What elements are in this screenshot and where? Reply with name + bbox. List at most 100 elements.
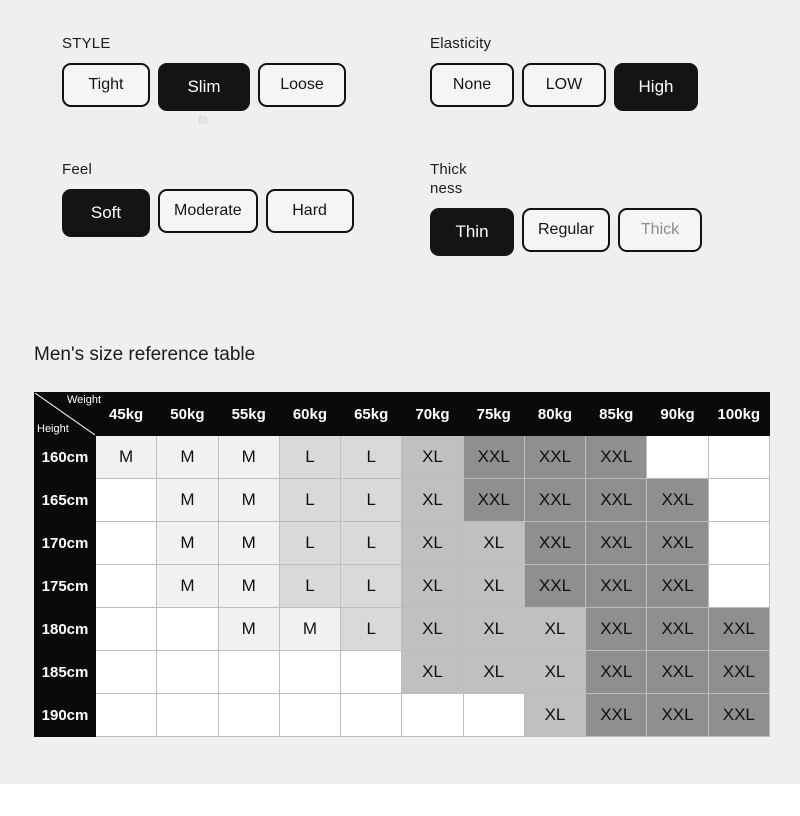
- table-cell: XXL: [585, 607, 648, 651]
- table-cell: XXL: [646, 693, 709, 737]
- option-group-thickness-label: Thick ness: [430, 161, 467, 197]
- table-cell: XXL: [646, 607, 709, 651]
- table-cell: L: [340, 435, 403, 479]
- size-selector-page: STYLE Tight Slim fit Loose Elasticity No…: [0, 0, 800, 784]
- table-cell: [94, 478, 158, 522]
- table-cell: [462, 693, 525, 737]
- option-group-elasticity-choices: None LOW High: [430, 63, 706, 111]
- table-cell: M: [156, 564, 219, 608]
- table-cell: XXL: [707, 693, 771, 737]
- table-cell: M: [156, 521, 219, 565]
- table-cell: [278, 693, 342, 737]
- table-cell: XL: [401, 521, 464, 565]
- table-cell: XXL: [707, 607, 771, 651]
- table-cell: M: [217, 435, 280, 479]
- table-cell: XXL: [585, 564, 648, 608]
- chip-wrap-hard: Hard: [265, 189, 362, 237]
- chip-wrap-regular: Regular: [522, 208, 618, 256]
- table-cell: XXL: [585, 693, 648, 737]
- table-cell: M: [217, 521, 280, 565]
- option-group-style-choices: Tight Slim fit Loose: [62, 63, 354, 127]
- table-cell: XL: [462, 521, 525, 565]
- table-cell: XL: [462, 607, 525, 651]
- option-group-thickness-choices: Thin Regular Thick: [430, 208, 710, 256]
- option-group-elasticity-label: Elasticity: [430, 35, 492, 52]
- table-cell: [156, 607, 219, 651]
- table-cell: M: [156, 478, 219, 522]
- table-cell: XL: [523, 693, 587, 737]
- table-cell: L: [278, 564, 342, 608]
- table-row: 190cm XL XXL XXL XXL: [34, 693, 771, 737]
- chip-style-tight[interactable]: Tight: [62, 63, 150, 107]
- table-row-header: 175cm: [34, 564, 96, 608]
- table-cell: [707, 435, 771, 479]
- table-cell: XL: [462, 564, 525, 608]
- chip-feel-moderate[interactable]: Moderate: [158, 189, 258, 233]
- table-cell: XL: [401, 478, 464, 522]
- chip-thickness-thick[interactable]: Thick: [618, 208, 703, 252]
- table-cell: L: [340, 564, 403, 608]
- table-cell: [94, 521, 158, 565]
- table-cell: XXL: [585, 478, 648, 522]
- chip-elasticity-low[interactable]: LOW: [522, 63, 606, 107]
- chip-elasticity-high[interactable]: High: [614, 63, 698, 111]
- table-row: 180cm M M L XL XL XL XXL XXL XXL: [34, 607, 771, 651]
- table-cell: XXL: [646, 650, 709, 694]
- chip-style-slim[interactable]: Slim: [158, 63, 250, 111]
- chip-feel-hard[interactable]: Hard: [265, 189, 354, 233]
- chip-wrap-thin: Thin: [430, 208, 522, 256]
- chip-wrap-low: LOW: [522, 63, 614, 111]
- table-column-header: 70kg: [401, 392, 464, 436]
- table-cell: XXL: [462, 478, 525, 522]
- table-cell: [707, 564, 771, 608]
- table-cell: XL: [462, 650, 525, 694]
- table-cell: M: [278, 607, 342, 651]
- table-cell: [707, 478, 771, 522]
- table-cell: XL: [401, 435, 464, 479]
- chip-wrap-slim: Slim fit: [158, 63, 258, 127]
- table-column-header: 100kg: [707, 392, 771, 436]
- table-column-header: 45kg: [94, 392, 158, 436]
- table-cell: XXL: [585, 521, 648, 565]
- table-cell: [401, 693, 464, 737]
- table-column-header: 65kg: [340, 392, 403, 436]
- table-cell: XXL: [523, 435, 587, 479]
- table-column-header: 90kg: [646, 392, 709, 436]
- table-cell: XXL: [462, 435, 525, 479]
- table-cell: M: [94, 435, 158, 479]
- chip-elasticity-none[interactable]: None: [430, 63, 514, 107]
- chip-wrap-soft: Soft: [62, 189, 158, 237]
- table-cell: [707, 521, 771, 565]
- chip-thickness-regular[interactable]: Regular: [522, 208, 611, 252]
- table-cell: [156, 650, 219, 694]
- table-cell: XXL: [646, 564, 709, 608]
- option-group-feel-choices: Soft Moderate Hard: [62, 189, 362, 237]
- chip-wrap-high: High: [614, 63, 706, 111]
- table-cell: L: [278, 521, 342, 565]
- table-cell: [278, 650, 342, 694]
- height-axis-label: Height: [37, 423, 69, 435]
- table-cell: L: [278, 435, 342, 479]
- table-cell: XL: [401, 564, 464, 608]
- option-group-style-label: STYLE: [62, 35, 111, 52]
- table-row: 170cm M M L L XL XL XXL XXL XXL: [34, 521, 771, 565]
- chip-wrap-loose: Loose: [258, 63, 354, 127]
- table-cell: [94, 607, 158, 651]
- table-cell: XXL: [707, 650, 771, 694]
- table-header-row: Weight Height 45kg 50kg 55kg 60kg 65kg 70kg 75…: [34, 392, 771, 436]
- table-cell: [217, 693, 280, 737]
- table-row-header: 190cm: [34, 693, 96, 737]
- page-title: Men's size reference table: [34, 344, 256, 365]
- chip-thickness-thin[interactable]: Thin: [430, 208, 514, 256]
- chip-style-loose[interactable]: Loose: [258, 63, 346, 107]
- chip-feel-soft[interactable]: Soft: [62, 189, 150, 237]
- table-cell: XXL: [523, 564, 587, 608]
- option-group-thickness: Thick ness Thin Regular Thick: [430, 160, 710, 256]
- table-row-header: 185cm: [34, 650, 96, 694]
- table-cell: M: [217, 564, 280, 608]
- table-cell: [340, 650, 403, 694]
- table-cell: L: [340, 521, 403, 565]
- table-cell: [217, 650, 280, 694]
- option-group-feel: Feel Soft Moderate Hard: [62, 160, 362, 237]
- table-cell: L: [278, 478, 342, 522]
